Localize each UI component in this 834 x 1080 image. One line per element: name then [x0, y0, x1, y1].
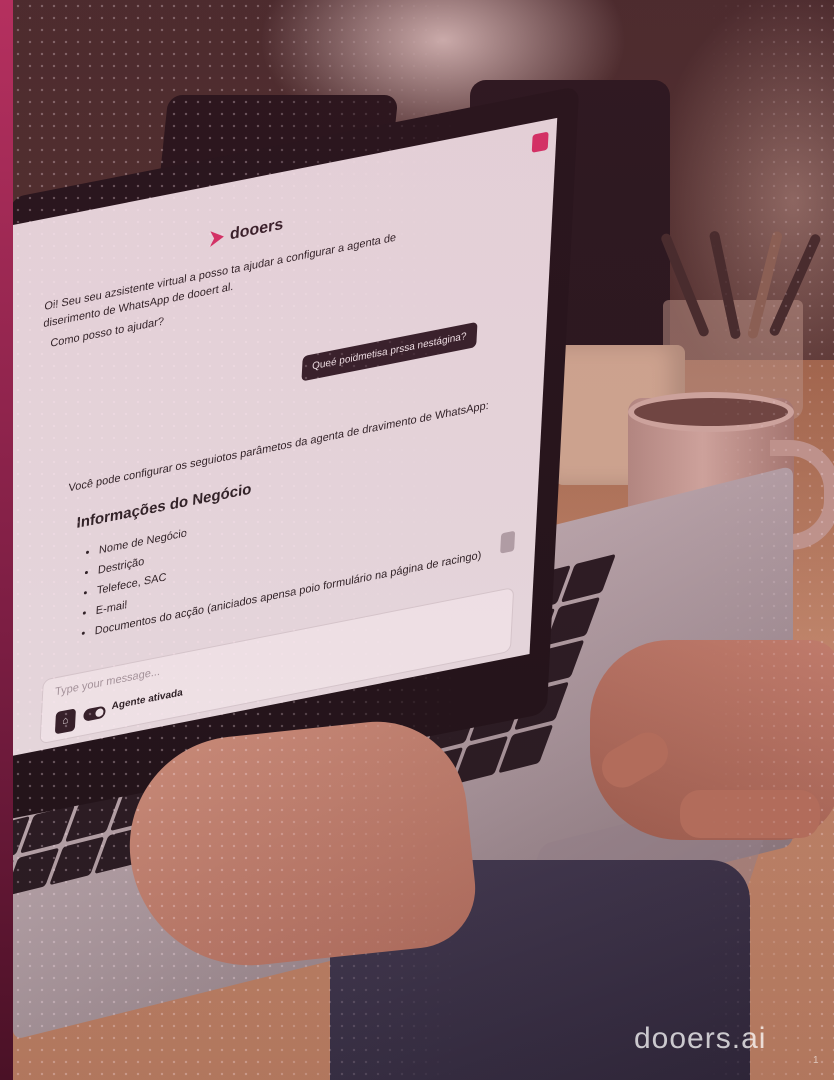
- page-number: 1: [813, 1055, 819, 1066]
- agent-toggle-label: Agente ativada: [111, 687, 183, 713]
- dooers-logo: dooers: [209, 215, 284, 249]
- website-watermark: dooers.ai: [634, 1022, 767, 1055]
- logo-text: dooers: [229, 215, 284, 244]
- right-hand: [590, 640, 834, 840]
- dooers-logo-icon: [210, 228, 225, 247]
- menu-button[interactable]: [531, 131, 549, 153]
- send-button[interactable]: [500, 530, 516, 554]
- photo-scene: dooers Oi! Seu seu azsistente virtual a …: [0, 0, 834, 1080]
- agent-toggle[interactable]: [83, 705, 106, 722]
- laptop-screen: dooers Oi! Seu seu azsistente virtual a …: [0, 117, 558, 762]
- attach-button[interactable]: ⌂: [54, 708, 76, 735]
- user-message-bubble: Queé poidmetisa prssa nestágina?: [301, 321, 478, 382]
- message-input[interactable]: Type your message...: [55, 666, 161, 699]
- left-edge-bar: [0, 0, 13, 1080]
- coffee-mug-rim: [628, 392, 794, 432]
